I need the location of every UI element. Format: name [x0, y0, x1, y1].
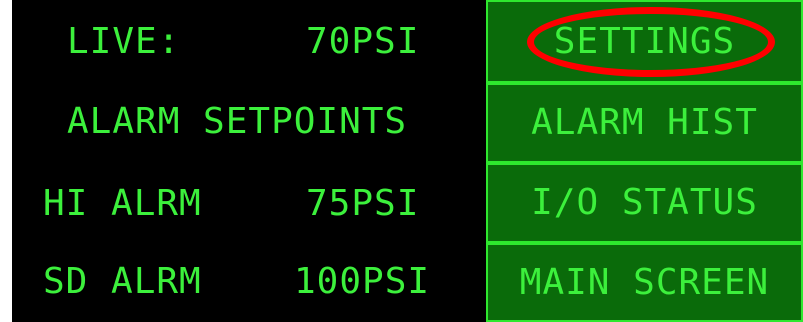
sd-alarm-value: 100PSI	[294, 261, 431, 302]
hi-alarm-value: 75PSI	[306, 183, 420, 224]
sd-alarm-label: SD ALRM	[43, 261, 202, 302]
hi-alarm-label: HI ALRM	[43, 183, 202, 224]
settings-button[interactable]: SETTINGS	[486, 0, 803, 83]
main-screen-button[interactable]: MAIN SCREEN	[486, 243, 803, 322]
readout-panel: LIVE: 70PSI ALARM SETPOINTS HI ALRM 75PS…	[12, 0, 486, 322]
settings-button-label: SETTINGS	[553, 20, 736, 62]
menu-panel: SETTINGS ALARM HIST I/O STATUS MAIN SCRE…	[486, 0, 803, 322]
alarm-hist-button-label: ALARM HIST	[531, 102, 758, 143]
live-label: LIVE:	[67, 21, 181, 62]
io-status-button[interactable]: I/O STATUS	[486, 163, 803, 243]
main-screen-button-label: MAIN SCREEN	[519, 261, 770, 303]
alarm-hist-button[interactable]: ALARM HIST	[486, 83, 803, 163]
hmi-screen: LIVE: 70PSI ALARM SETPOINTS HI ALRM 75PS…	[0, 0, 803, 322]
io-status-button-label: I/O STATUS	[531, 182, 758, 223]
alarm-setpoints-heading: ALARM SETPOINTS	[67, 101, 408, 142]
live-pressure-value: 70PSI	[306, 21, 420, 62]
